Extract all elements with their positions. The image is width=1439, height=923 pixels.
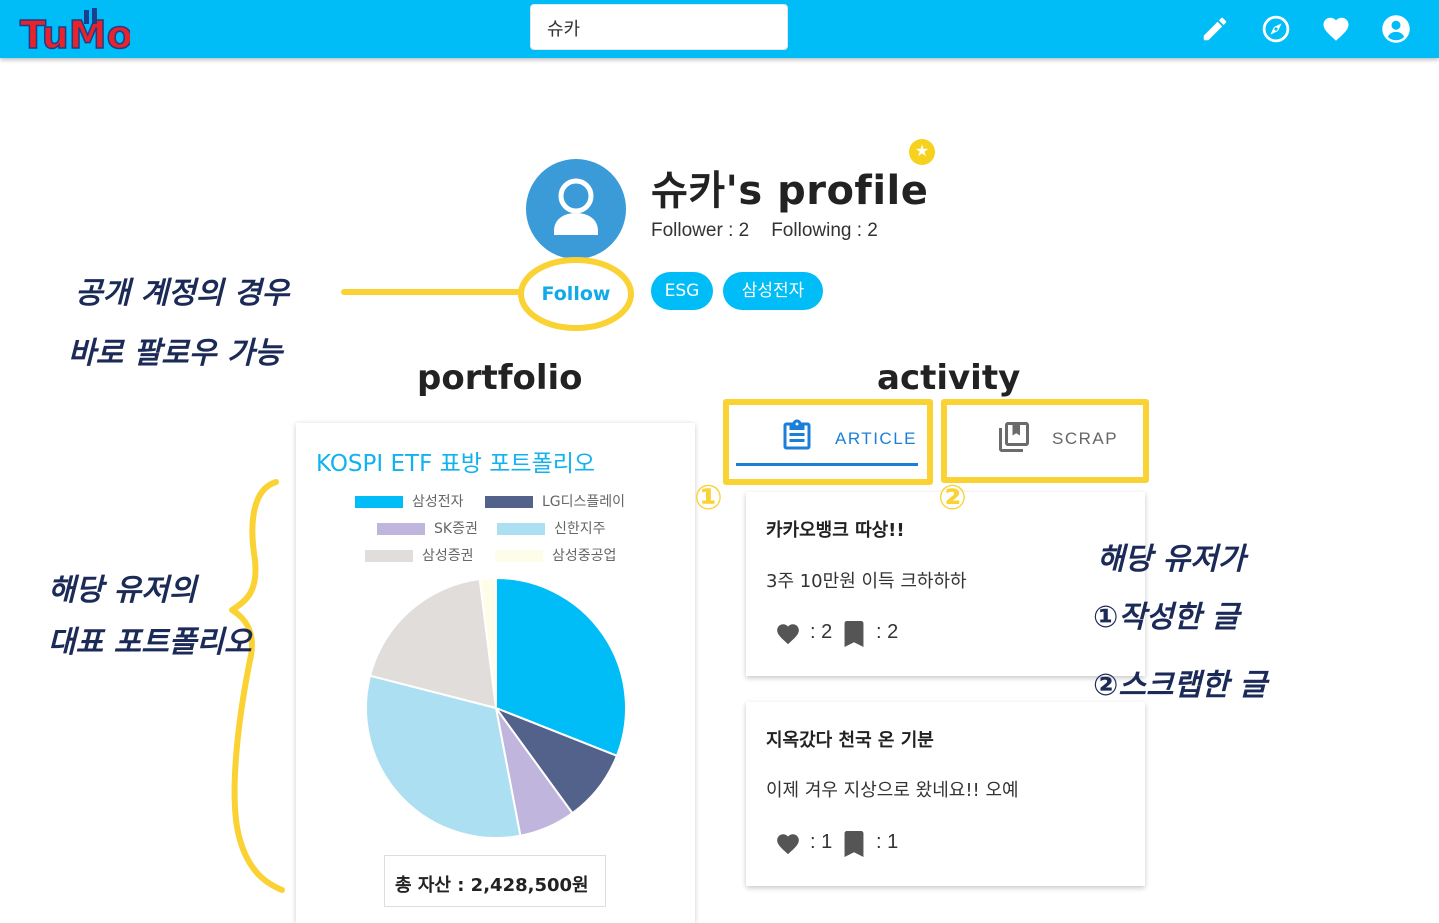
legend-swatch xyxy=(497,523,545,535)
like-count: : 1 xyxy=(810,831,833,853)
annotation-text: 바로 팔로우 가능 xyxy=(68,336,283,371)
logo-text: TuMo xyxy=(20,13,130,54)
portfolio-heading: portfolio xyxy=(417,358,583,398)
activity-heading: activity xyxy=(877,358,1021,398)
article-card[interactable]: 지옥갔다 천국 온 기분 이제 겨우 지상으로 왔네요!! 오예 : 1 : 1 xyxy=(746,702,1145,886)
legend-label: LG디스플레이 xyxy=(542,494,626,510)
pencil-icon[interactable] xyxy=(1200,14,1230,44)
legend-label: SK증권 xyxy=(434,521,478,537)
legend-swatch xyxy=(485,496,533,508)
bookmark-icon[interactable] xyxy=(844,621,864,647)
bookmark-icon[interactable] xyxy=(844,831,864,857)
article-body: 3주 10만원 이득 크하하하 xyxy=(766,571,967,592)
annotation-text: 공개 계정의 경우 xyxy=(75,276,290,311)
annotation-text: 대표 포트폴리오 xyxy=(48,625,252,660)
annotation-marker: ① xyxy=(694,478,723,518)
portfolio-title[interactable]: KOSPI ETF 표방 포트폴리오 xyxy=(316,444,595,478)
following-count[interactable]: Following : 2 xyxy=(771,220,878,241)
follower-count[interactable]: Follower : 2 xyxy=(651,220,749,241)
person-icon xyxy=(554,178,598,235)
annotation-text: ②스크랩한 글 xyxy=(1093,668,1267,703)
account-icon[interactable] xyxy=(1381,14,1411,44)
tab-article[interactable]: ARTICLE xyxy=(835,429,917,449)
follow-button[interactable]: Follow xyxy=(532,276,620,312)
portfolio-brace xyxy=(229,479,285,893)
heart-icon[interactable] xyxy=(774,831,802,857)
clipboard-icon[interactable] xyxy=(779,417,815,455)
library-bookmark-icon[interactable] xyxy=(996,419,1032,455)
portfolio-pie-chart xyxy=(365,576,627,839)
tumo-logo[interactable]: TuMo xyxy=(18,8,130,54)
article-card[interactable]: 카카오뱅크 따상!! 3주 10만원 이득 크하하하 : 2 : 2 xyxy=(746,492,1145,676)
legend-swatch xyxy=(495,550,543,562)
legend-label: 삼성중공업 xyxy=(552,548,617,564)
article-body: 이제 겨우 지상으로 왔네요!! 오예 xyxy=(766,780,1019,801)
tab-scrap[interactable]: SCRAP xyxy=(1052,429,1118,449)
annotation-text: 해당 유저의 xyxy=(48,573,197,608)
compass-icon[interactable] xyxy=(1261,14,1291,44)
annotation-overlay xyxy=(229,257,1149,893)
legend-swatch xyxy=(355,496,403,508)
legend-label: 삼성전자 xyxy=(412,494,464,510)
annotation-marker: ② xyxy=(938,478,967,518)
legend-label: 삼성증권 xyxy=(422,548,474,564)
scrap-count: : 1 xyxy=(876,831,899,853)
tag-chip[interactable]: 삼성전자 xyxy=(723,272,823,310)
active-tab-indicator xyxy=(736,463,918,466)
profile-title: 슈카's profile xyxy=(651,168,929,214)
follow-counts: Follower : 2 Following : 2 xyxy=(651,220,900,242)
heart-icon[interactable] xyxy=(774,621,802,647)
like-count: : 2 xyxy=(810,621,833,643)
tag-chip[interactable]: ESG xyxy=(651,272,713,310)
legend-label: 신한지주 xyxy=(554,521,606,537)
article-title: 지옥갔다 천국 온 기분 xyxy=(766,730,934,751)
scrap-count: : 2 xyxy=(876,621,899,643)
legend-swatch xyxy=(377,523,425,535)
total-assets: 총 자산 : 2,428,500원 xyxy=(384,855,606,907)
search-input[interactable]: 슈카 xyxy=(530,4,788,50)
legend-swatch xyxy=(365,550,413,562)
heart-icon[interactable] xyxy=(1321,14,1351,44)
article-title: 카카오뱅크 따상!! xyxy=(766,520,905,541)
star-badge-icon: ★ xyxy=(909,139,935,165)
annotation-text: 해당 유저가 xyxy=(1097,542,1246,577)
annotation-text: ①작성한 글 xyxy=(1093,600,1240,635)
avatar xyxy=(526,159,626,259)
